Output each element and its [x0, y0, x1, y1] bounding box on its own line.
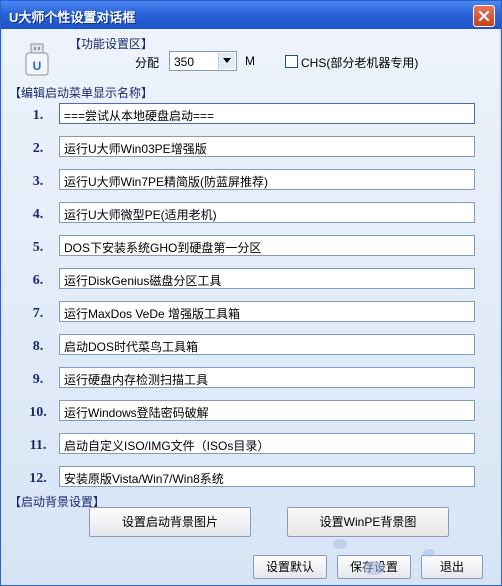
menu-entry-field[interactable]: 运行硬盘内存检测扫描工具	[59, 367, 475, 388]
menu-entry-field[interactable]: 启动DOS时代菜鸟工具箱	[59, 334, 475, 355]
usb-drive-icon: U	[25, 43, 49, 76]
partition-unit: M	[245, 54, 255, 68]
title-bar[interactable]: U大师个性设置对话框	[1, 1, 501, 29]
partition-size-value: 350	[174, 55, 195, 69]
partition-size-select[interactable]: 350	[169, 51, 237, 71]
row-number: 2.	[32, 141, 44, 156]
set-winpe-background-button[interactable]: 设置WinPE背景图	[287, 507, 449, 537]
menu-entry-field[interactable]: 运行Windows登陆密码破解	[59, 400, 475, 421]
menu-entry-field[interactable]: 启动自定义ISO/IMG文件（ISOs目录）	[59, 433, 475, 454]
row-number: 6.	[32, 273, 44, 288]
menu-entry-field[interactable]: 运行U大师Win7PE精简版(防蓝屏推荐)	[59, 169, 475, 190]
menu-section-header: 【编辑启动菜单显示名称】	[9, 86, 154, 100]
row-number: 7.	[32, 306, 44, 321]
menu-entry-field[interactable]: 运行U大师微型PE(适用老机)	[59, 202, 475, 223]
close-icon	[478, 10, 490, 22]
set-boot-background-button[interactable]: 设置启动背景图片	[89, 507, 251, 537]
menu-entry-text: 运行U大师Win03PE增强版	[64, 142, 207, 156]
close-button[interactable]	[473, 5, 495, 27]
menu-entry-text: 运行MaxDos VeDe 增强版工具箱	[64, 307, 241, 321]
chs-checkbox[interactable]	[285, 55, 298, 68]
menu-entry-field[interactable]: DOS下安装系统GHO到硬盘第一分区	[59, 235, 475, 256]
row-number: 10.	[29, 405, 47, 420]
row-number: 12.	[29, 471, 47, 486]
dialog-body: U 【功能设置区】 分配 350 M CHS(部分老机器专用) 【编辑启动菜单显…	[3, 29, 499, 585]
row-number: 11.	[29, 438, 47, 453]
menu-entry-field[interactable]: 运行MaxDos VeDe 增强版工具箱	[59, 301, 475, 322]
reset-default-button[interactable]: 设置默认	[253, 555, 327, 579]
row-number: 4.	[32, 207, 44, 222]
watermark-shape	[333, 539, 347, 549]
row-number: 9.	[32, 372, 44, 387]
window-title: U大师个性设置对话框	[9, 10, 136, 25]
menu-entry-text: 运行Windows登陆密码破解	[64, 406, 209, 420]
chevron-down-icon	[223, 58, 231, 63]
row-number: 8.	[32, 339, 44, 354]
menu-entry-text: 启动自定义ISO/IMG文件（ISOs目录）	[64, 439, 270, 453]
menu-entry-text: 运行U大师Win7PE精简版(防蓝屏推荐)	[64, 175, 269, 189]
menu-entry-text: 运行硬盘内存检测扫描工具	[64, 373, 209, 387]
menu-entry-field[interactable]: 运行U大师Win03PE增强版	[59, 136, 475, 157]
row-number: 3.	[32, 174, 44, 189]
row-number: 1.	[32, 108, 44, 123]
menu-entry-text: DOS下安装系统GHO到硬盘第一分区	[64, 241, 262, 255]
menu-entry-field[interactable]: ===尝试从本地硬盘启动===	[59, 103, 475, 124]
menu-entry-field[interactable]: 运行DiskGenius磁盘分区工具	[59, 268, 475, 289]
exit-button[interactable]: 退出	[421, 555, 483, 579]
menu-entry-text: 安装原版Vista/Win7/Win8系统	[64, 472, 224, 486]
dropdown-button[interactable]	[218, 53, 235, 69]
partition-label: 分配	[135, 56, 160, 70]
menu-entry-text: 启动DOS时代菜鸟工具箱	[64, 340, 199, 354]
svg-text:U: U	[33, 59, 42, 73]
row-number: 5.	[32, 240, 44, 255]
chs-label: CHS(部分老机器专用)	[301, 56, 419, 70]
watermark-shape	[363, 561, 385, 575]
function-section-header: 【功能设置区】	[69, 37, 154, 51]
menu-entry-field[interactable]: 安装原版Vista/Win7/Win8系统	[59, 466, 475, 487]
menu-entry-text: 运行U大师微型PE(适用老机)	[64, 208, 217, 222]
watermark-shape	[423, 549, 435, 557]
menu-entry-text: ===尝试从本地硬盘启动===	[64, 109, 215, 123]
menu-entry-text: 运行DiskGenius磁盘分区工具	[64, 274, 222, 288]
settings-dialog: U大师个性设置对话框 U 【功能设置区】 分配 350 M CHS(部分老机器专…	[0, 0, 502, 586]
